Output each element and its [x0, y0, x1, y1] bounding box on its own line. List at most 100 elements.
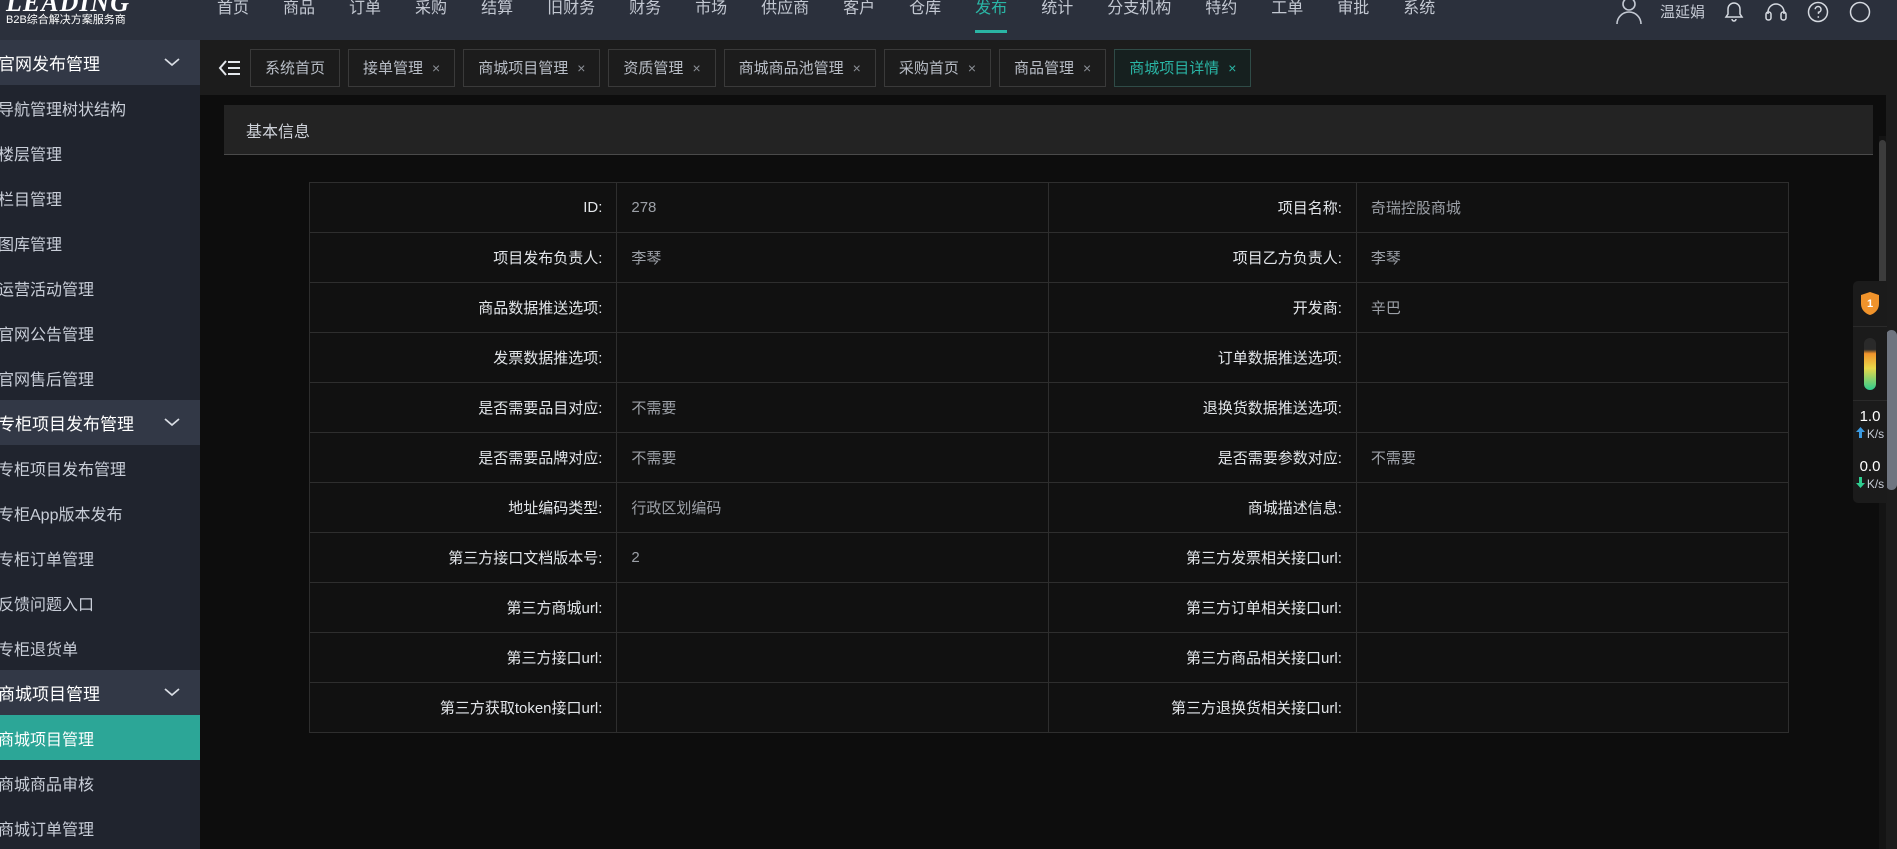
user-name[interactable]: 温延娟: [1660, 1, 1705, 22]
topnav-item-10[interactable]: 仓库: [892, 0, 958, 22]
upload-value: 1.0: [1859, 408, 1881, 425]
tab-7[interactable]: 商城项目详情 ×: [1114, 48, 1252, 87]
bell-icon[interactable]: [1721, 0, 1747, 25]
sidebar-item-2-0[interactable]: 商城项目管理: [0, 715, 200, 760]
close-icon[interactable]: ×: [968, 61, 976, 75]
field-value-right: [1356, 632, 1789, 683]
tab-4[interactable]: 商城商品池管理 ×: [723, 48, 876, 87]
sidebar-item-0-5[interactable]: 官网公告管理: [0, 310, 200, 355]
sidebar-item-0-6[interactable]: 官网售后管理: [0, 355, 200, 400]
tab-3[interactable]: 资质管理 ×: [608, 48, 716, 87]
topnav-item-9[interactable]: 客户: [826, 0, 892, 22]
user-avatar-icon[interactable]: [1614, 0, 1644, 29]
field-value-right: [1356, 382, 1789, 433]
sidebar-group-label: 专柜项目发布管理: [0, 415, 134, 434]
close-icon[interactable]: ×: [1083, 61, 1091, 75]
tab-5[interactable]: 采购首页 ×: [883, 48, 992, 87]
field-label-right: 退换货数据推送选项:: [1048, 382, 1357, 433]
field-value-left: 不需要: [616, 432, 1049, 483]
brand-logo[interactable]: LEADING B2B综合解决方案服务商: [0, 0, 200, 40]
field-label-right: 项目名称:: [1048, 182, 1357, 233]
close-icon[interactable]: ×: [853, 61, 861, 75]
field-value-left: [616, 582, 1049, 633]
topnav-item-15[interactable]: 工单: [1254, 0, 1320, 22]
topnav-item-1[interactable]: 商品: [266, 0, 332, 22]
topnav-item-6[interactable]: 财务: [612, 0, 678, 22]
tab-label: 接单管理: [363, 60, 424, 77]
tab-bar: 系统首页 接单管理 × 商城项目管理 × 资质管理 × 商城商品池管理 × 采购首页 × 商品管理 × 商…: [200, 40, 1897, 95]
tab-label: 商城项目详情: [1129, 60, 1220, 77]
chevron-down-icon[interactable]: [162, 683, 182, 703]
topnav-item-5[interactable]: 旧财务: [530, 0, 612, 22]
sidebar-group-0[interactable]: 官网发布管理: [0, 40, 200, 85]
sidebar-item-1-2[interactable]: 专柜订单管理: [0, 535, 200, 580]
close-icon[interactable]: ×: [577, 61, 585, 75]
header-user-area: 温延娟: [1614, 0, 1897, 29]
network-monitor-widget[interactable]: 1 1.0 K/s 0.0 K/s: [1853, 281, 1887, 503]
topnav-item-11[interactable]: 发布: [958, 0, 1024, 33]
field-value-left: 不需要: [616, 382, 1049, 433]
chevron-down-icon[interactable]: [162, 53, 182, 73]
sidebar-item-1-1[interactable]: 专柜App版本发布: [0, 490, 200, 535]
download-speed: 0.0 K/s: [1853, 451, 1887, 501]
sidebar-item-0-4[interactable]: 运营活动管理: [0, 265, 200, 310]
tab-label: 商城商品池管理: [738, 60, 844, 77]
chevron-down-icon[interactable]: [162, 413, 182, 433]
topnav-item-8[interactable]: 供应商: [744, 0, 826, 22]
tab-6[interactable]: 商品管理 ×: [999, 48, 1107, 87]
topnav-item-3[interactable]: 采购: [398, 0, 464, 22]
sidebar-item-2-2[interactable]: 商城订单管理: [0, 805, 200, 849]
collapse-sidebar-icon[interactable]: [208, 48, 250, 88]
field-value-right: [1356, 332, 1789, 383]
window-scrollbar-thumb[interactable]: [1886, 330, 1897, 490]
help-circle-icon[interactable]: [1805, 0, 1831, 25]
topnav-item-2[interactable]: 订单: [332, 0, 398, 22]
form-row: 第三方接口文档版本号: 2 第三方发票相关接口url:: [309, 532, 1789, 583]
sidebar-item-0-3[interactable]: 图库管理: [0, 220, 200, 265]
tab-list: 系统首页 接单管理 × 商城项目管理 × 资质管理 × 商城商品池管理 × 采购首页 × 商品管理 × 商…: [250, 48, 1259, 87]
topnav-item-16[interactable]: 审批: [1320, 0, 1386, 22]
field-label-left: 第三方商城url:: [309, 582, 618, 633]
sidebar-item-0-2[interactable]: 栏目管理: [0, 175, 200, 220]
topnav-item-14[interactable]: 特约: [1188, 0, 1254, 22]
topnav-item-12[interactable]: 统计: [1024, 0, 1090, 22]
headset-icon[interactable]: [1763, 0, 1789, 25]
sidebar-group-1[interactable]: 专柜项目发布管理: [0, 400, 200, 445]
topnav-item-17[interactable]: 系统: [1386, 0, 1452, 22]
field-label-left: 是否需要品目对应:: [309, 382, 618, 433]
close-icon[interactable]: ×: [1228, 61, 1236, 75]
sidebar-item-0-0[interactable]: 导航管理树状结构: [0, 85, 200, 130]
shield-count: 1: [1867, 298, 1873, 310]
tab-1[interactable]: 接单管理 ×: [348, 48, 456, 87]
topnav-item-0[interactable]: 首页: [200, 0, 266, 22]
field-label-left: 地址编码类型:: [309, 482, 618, 533]
form-row: 是否需要品目对应: 不需要 退换货数据推送选项:: [309, 382, 1789, 433]
sidebar-item-0-1[interactable]: 楼层管理: [0, 130, 200, 175]
field-value-right: 奇瑞控股商城: [1356, 182, 1789, 233]
sidebar-group-2[interactable]: 商城项目管理: [0, 670, 200, 715]
field-value-right: [1356, 482, 1789, 533]
field-label-right: 开发商:: [1048, 282, 1357, 333]
sidebar-item-1-0[interactable]: 专柜项目发布管理: [0, 445, 200, 490]
tab-2[interactable]: 商城项目管理 ×: [463, 48, 601, 87]
form-row: 是否需要品牌对应: 不需要 是否需要参数对应: 不需要: [309, 432, 1789, 483]
sidebar-item-2-1[interactable]: 商城商品审核: [0, 760, 200, 805]
form-row: 第三方商城url: 第三方订单相关接口url:: [309, 582, 1789, 633]
close-icon[interactable]: ×: [692, 61, 700, 75]
topnav-item-7[interactable]: 市场: [678, 0, 744, 22]
circle-icon[interactable]: [1847, 0, 1873, 25]
form-row: ID: 278 项目名称: 奇瑞控股商城: [309, 182, 1789, 233]
top-navigation: 首页 商品 订单 采购 结算 旧财务 财务 市场 供应商 客户 仓库 发布 统计 分支机构 特约 工单 审批 系统: [200, 0, 1614, 33]
field-value-right: 李琴: [1356, 232, 1789, 283]
shield-badge-icon[interactable]: 1: [1853, 281, 1887, 327]
tab-0[interactable]: 系统首页: [250, 48, 341, 87]
sidebar-item-1-4[interactable]: 专柜退货单: [0, 625, 200, 670]
field-label-right: 项目乙方负责人:: [1048, 232, 1357, 283]
sidebar-item-1-3[interactable]: 反馈问题入口: [0, 580, 200, 625]
thermometer-icon[interactable]: [1853, 327, 1887, 401]
topnav-item-13[interactable]: 分支机构: [1090, 0, 1188, 22]
form-row: 地址编码类型: 行政区划编码 商城描述信息:: [309, 482, 1789, 533]
close-icon[interactable]: ×: [432, 61, 440, 75]
topnav-item-4[interactable]: 结算: [464, 0, 530, 22]
brand-name: LEADING: [6, 0, 131, 17]
